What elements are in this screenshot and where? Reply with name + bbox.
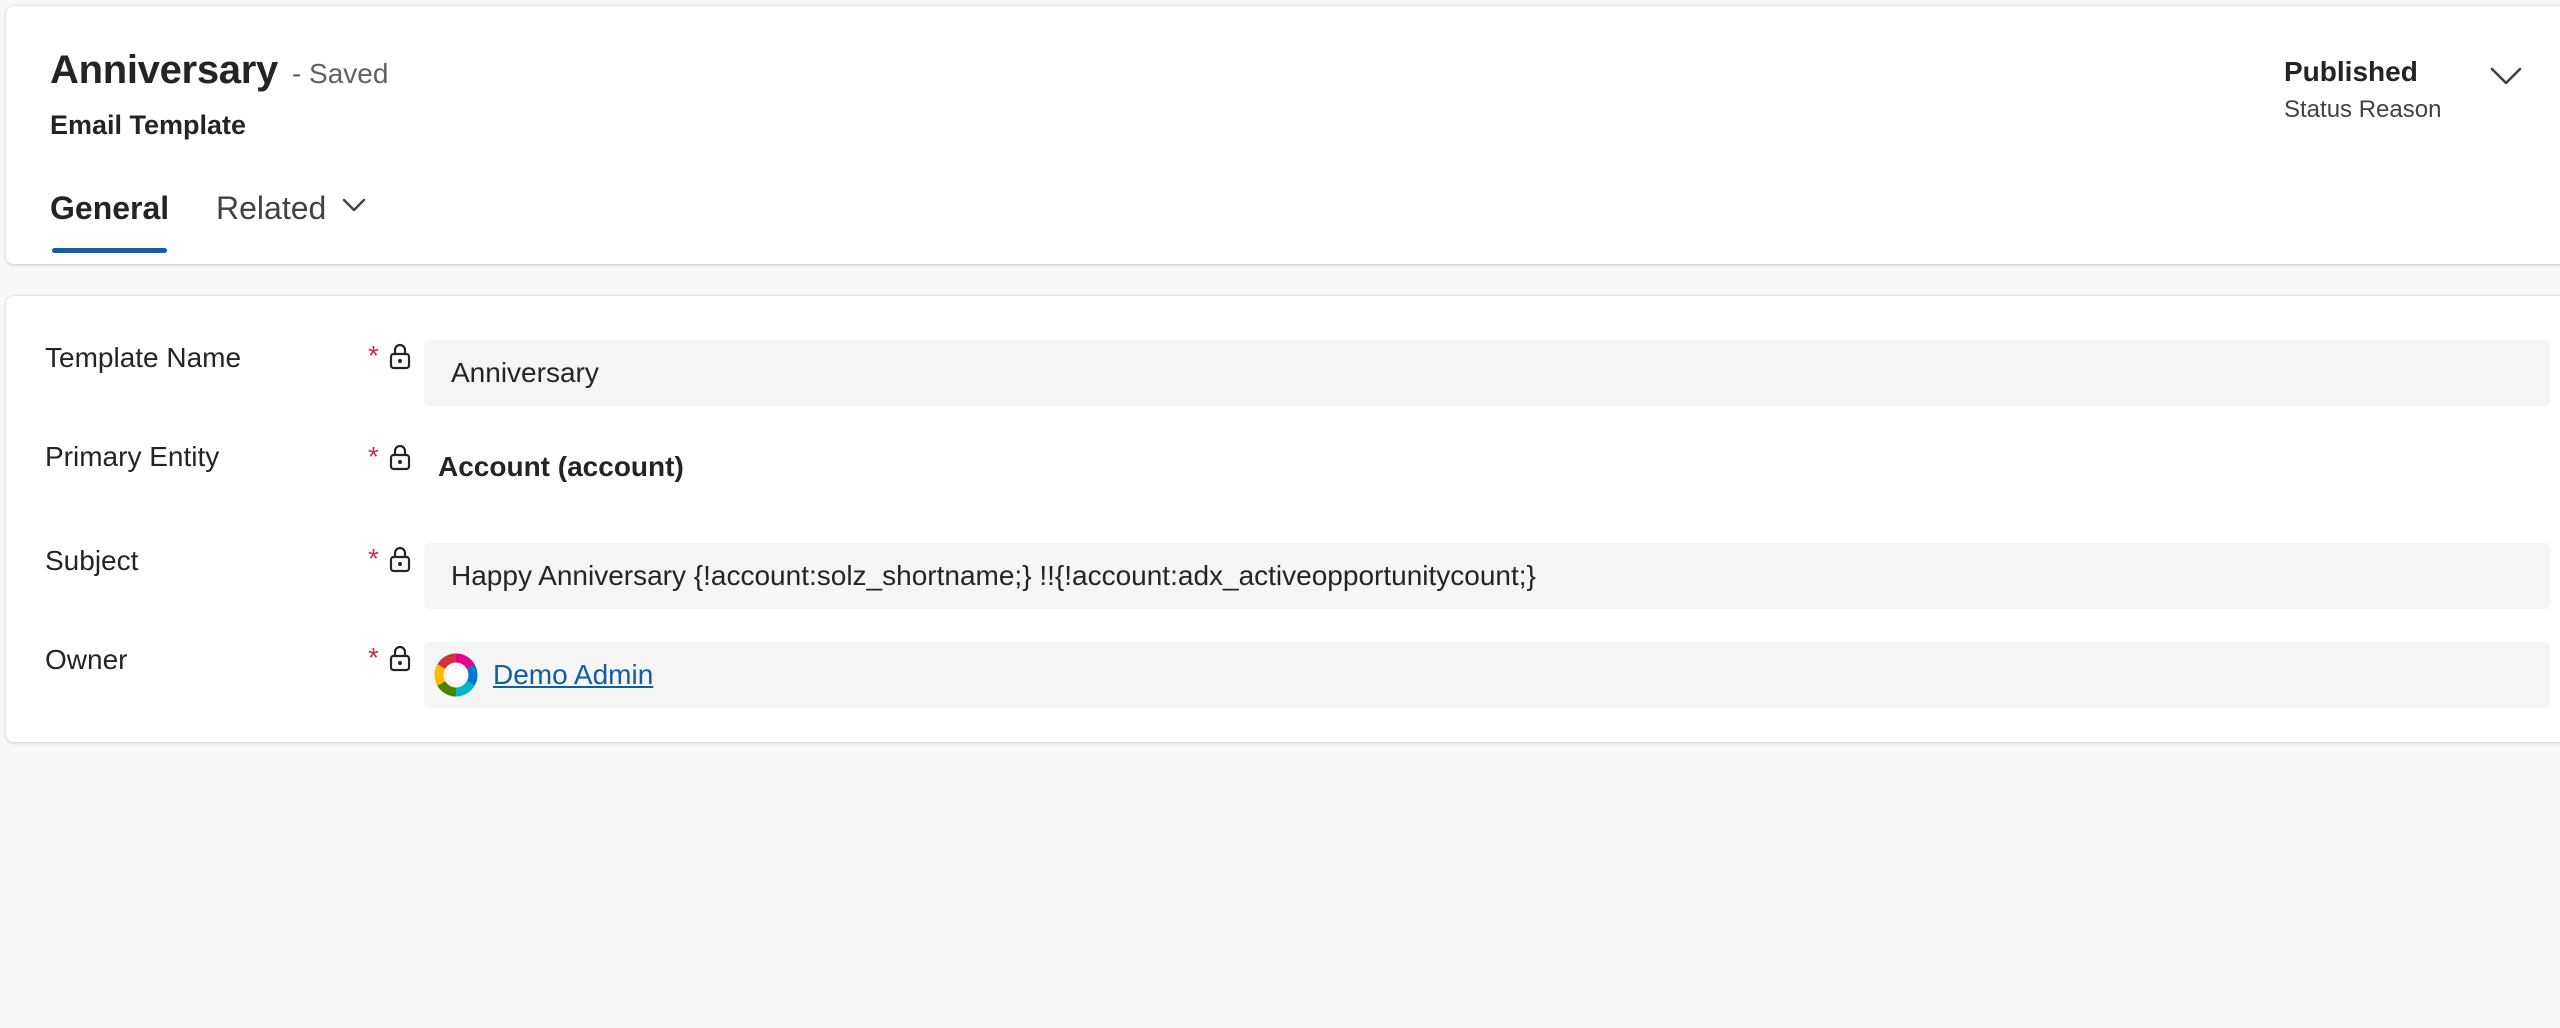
tab-list: General Related [50,186,366,264]
field-template-name: Template Name * Anniversary [6,340,2560,406]
record-header: Anniversary - Saved Email Template Publi… [6,6,2560,264]
field-label: Template Name [45,342,242,373]
required-indicator: * [368,441,379,472]
subject-input[interactable]: Happy Anniversary {!account:solz_shortna… [424,543,2550,609]
status-reason-value: Published [2284,56,2418,87]
required-indicator: * [368,543,379,574]
save-status: - Saved [291,58,389,89]
entity-name: Email Template [50,110,247,140]
lock-icon [389,343,411,370]
field-label: Owner [45,644,128,675]
tab-related[interactable]: Related [216,186,366,264]
status-expand-button[interactable] [2484,58,2528,94]
field-primary-entity: Primary Entity * Account (account) [6,441,2560,507]
general-section: Template Name * Anniversary Primary Enti… [6,296,2560,742]
lock-icon [389,645,411,672]
user-avatar-icon [434,653,478,697]
owner-lookup[interactable]: Demo Admin [424,642,2550,708]
required-indicator: * [368,340,379,371]
field-subject: Subject * Happy Anniversary {!account:so… [6,543,2560,609]
tab-related-label: Related [216,190,327,226]
tab-general-label: General [50,190,170,226]
record-title: Anniversary [50,48,278,92]
field-owner: Owner * Demo Admin [6,642,2560,708]
title-row: Anniversary - Saved [50,48,388,93]
chevron-down-icon [343,198,366,212]
template-name-input[interactable]: Anniversary [424,340,2550,406]
tab-general[interactable]: General [50,186,210,264]
required-indicator: * [368,642,379,673]
chevron-down-icon [2490,67,2522,85]
status-reason: Published Status Reason [2284,56,2441,124]
field-label: Primary Entity [45,441,220,472]
lock-icon [389,546,411,573]
field-label: Subject [45,545,139,576]
lock-icon [389,444,411,471]
owner-link[interactable]: Demo Admin [493,659,653,691]
status-reason-label: Status Reason [2284,96,2442,123]
primary-entity-value: Account (account) [438,451,684,482]
